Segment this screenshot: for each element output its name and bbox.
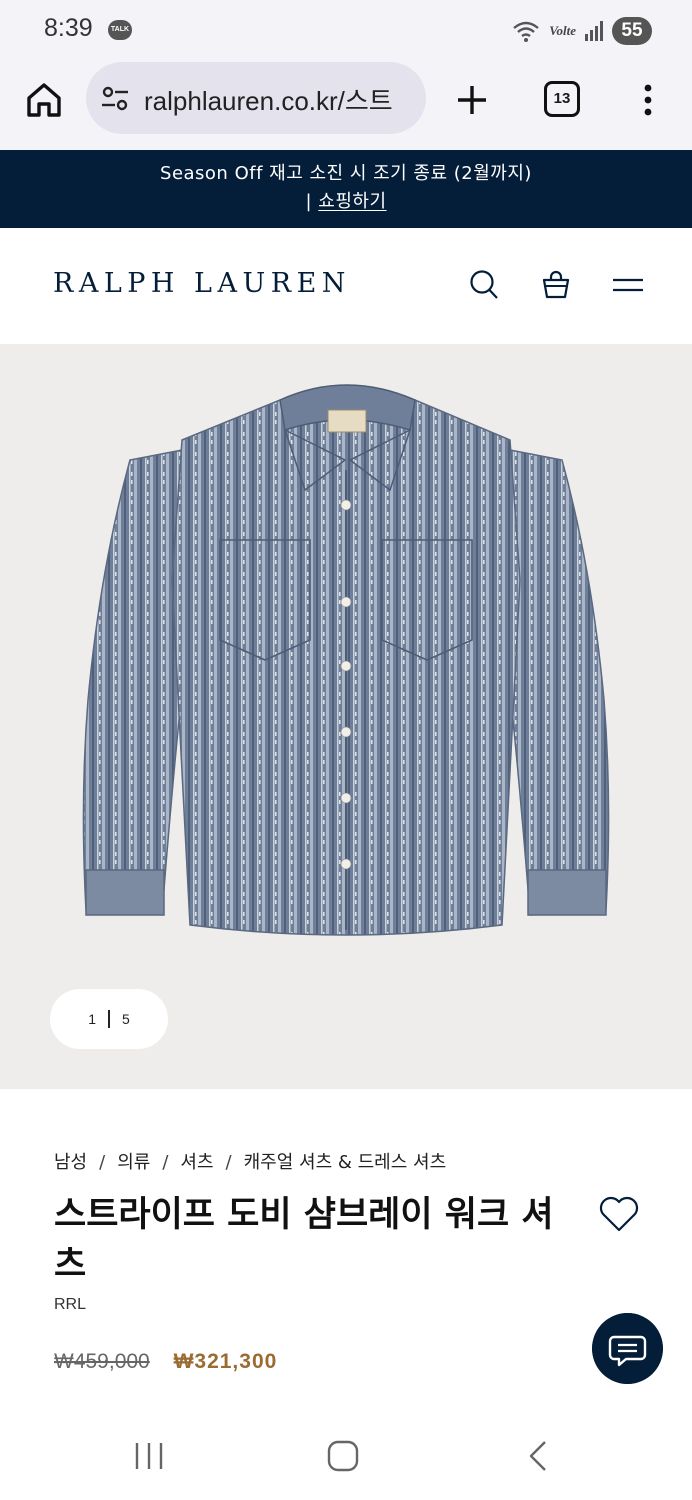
promo-banner: Season Off 재고 소진 시 조기 종료 (2월까지) | 쇼핑하기: [0, 150, 692, 228]
breadcrumb-item-clothing[interactable]: 의류: [117, 1152, 150, 1173]
wifi-icon: [513, 21, 540, 42]
site-header: RALPH LAUREN: [0, 228, 692, 344]
product-image-gallery[interactable]: 1 5: [0, 344, 692, 1089]
sale-price: ₩321,300: [173, 1350, 278, 1373]
breadcrumb-item-casual-dress-shirts[interactable]: 캐주얼 셔츠 & 드레스 셔츠: [244, 1152, 447, 1173]
back-icon[interactable]: [520, 1440, 556, 1472]
breadcrumb-separator: /: [225, 1152, 232, 1173]
recent-apps-icon[interactable]: [131, 1440, 167, 1472]
tab-switcher-button[interactable]: 13: [544, 81, 580, 117]
wishlist-heart-icon[interactable]: [598, 1194, 640, 1234]
address-bar[interactable]: ralphlauren.co.kr/스트: [86, 62, 426, 134]
home-nav-icon[interactable]: [325, 1440, 361, 1472]
breadcrumb: 남성 / 의류 / 셔츠 / 캐주얼 셔츠 & 드레스 셔츠: [54, 1148, 446, 1174]
ralph-lauren-logo[interactable]: RALPH LAUREN: [53, 268, 351, 299]
product-title: 스트라이프 도비 샴브레이 워크 셔츠: [54, 1195, 554, 1285]
promo-separator: |: [305, 191, 313, 212]
clock: 8:39: [44, 14, 93, 42]
breadcrumb-separator: /: [99, 1152, 106, 1173]
search-icon[interactable]: [468, 268, 500, 302]
home-icon[interactable]: [24, 80, 64, 120]
product-image-shirt[interactable]: [70, 370, 622, 945]
signal-icon: [585, 21, 603, 41]
pager-divider: [108, 1010, 110, 1028]
site-settings-icon[interactable]: [100, 84, 130, 114]
breadcrumb-item-shirts[interactable]: 셔츠: [180, 1152, 213, 1173]
original-price: ₩459,000: [54, 1350, 150, 1373]
shop-now-link[interactable]: 쇼핑하기: [318, 191, 386, 212]
volte-indicator: Volte: [549, 23, 576, 38]
pager-total: 5: [122, 1011, 130, 1027]
shopping-bag-icon[interactable]: [540, 268, 572, 302]
browser-toolbar: ralphlauren.co.kr/스트 13: [0, 62, 692, 150]
breadcrumb-item-men[interactable]: 남성: [54, 1152, 87, 1173]
more-options-icon[interactable]: [636, 80, 660, 120]
product-brand: RRL: [54, 1296, 87, 1313]
hamburger-menu-icon[interactable]: [612, 268, 644, 302]
new-tab-icon[interactable]: [452, 80, 492, 120]
image-pager: 1 5: [50, 989, 168, 1049]
battery-indicator: 55: [612, 17, 652, 45]
chat-icon[interactable]: [592, 1313, 663, 1384]
talk-notification-icon: TALK: [108, 20, 132, 40]
status-bar: 8:39 TALK Volte 55: [0, 0, 692, 62]
url-text[interactable]: ralphlauren.co.kr/스트: [144, 81, 419, 118]
pager-current: 1: [88, 1011, 96, 1027]
promo-text: Season Off 재고 소진 시 조기 종료 (2월까지): [160, 163, 532, 184]
breadcrumb-separator: /: [162, 1152, 169, 1173]
price-block: ₩459,000 ₩321,300: [54, 1350, 277, 1374]
system-nav-bar: [0, 1410, 692, 1500]
